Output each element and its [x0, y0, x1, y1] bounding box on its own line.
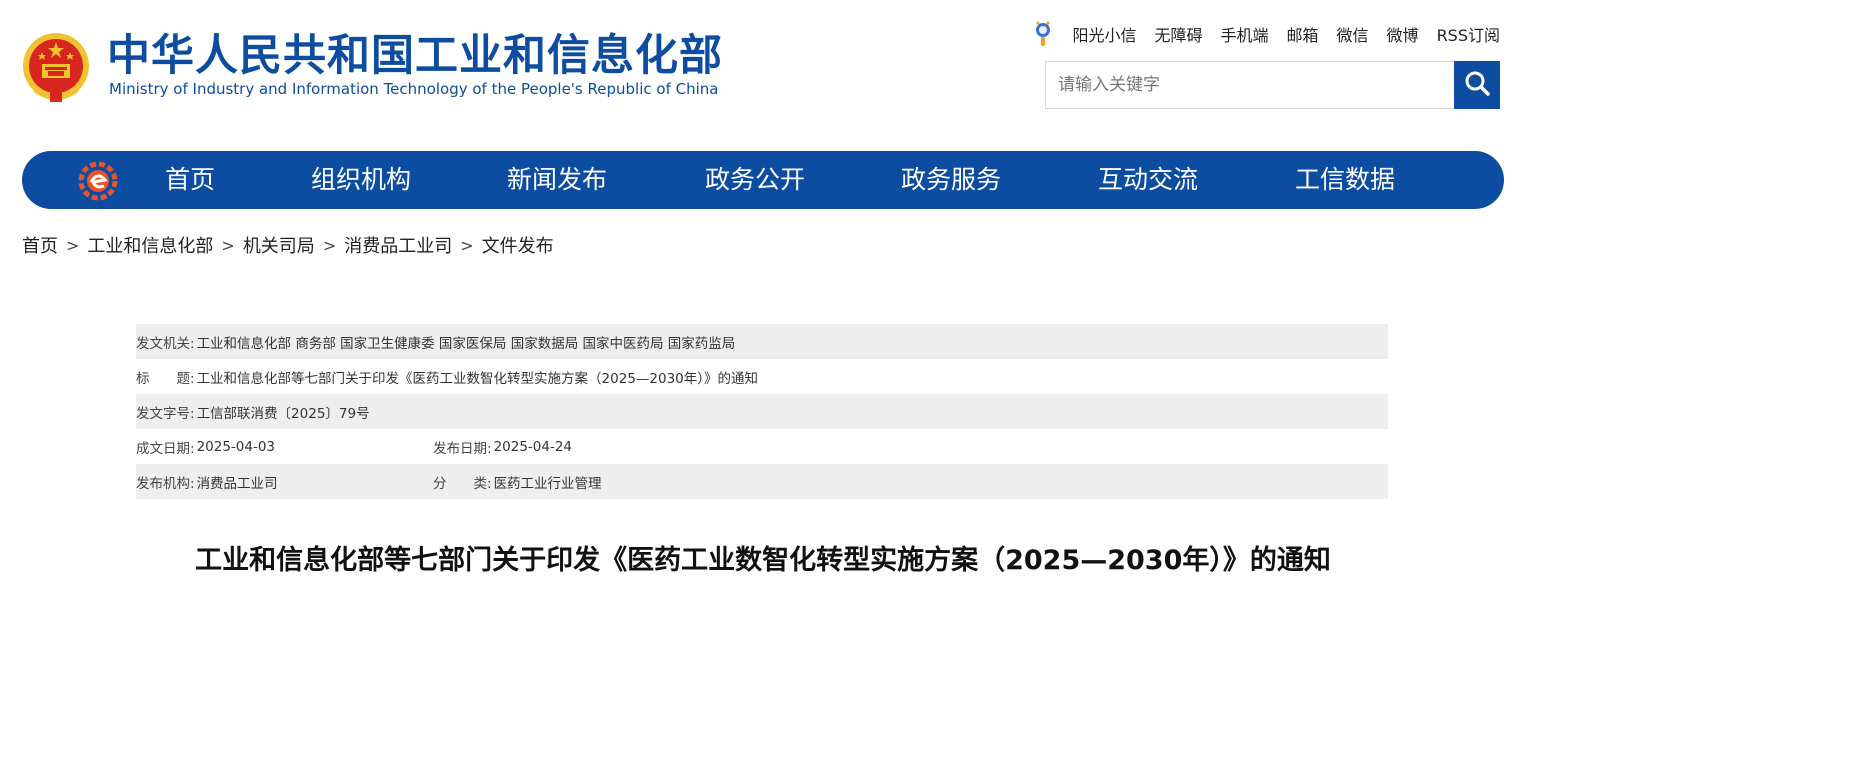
- main-nav: 首页 组织机构 新闻发布 政务公开 政务服务 互动交流 工信数据: [22, 151, 1504, 209]
- breadcrumb-consumer-goods[interactable]: 消费品工业司: [344, 232, 452, 258]
- docno-label: 发文字号:: [136, 405, 195, 422]
- breadcrumb-miit[interactable]: 工业和信息化部: [87, 232, 213, 258]
- created-date-label: 成文日期:: [136, 440, 195, 457]
- toplink-mobile[interactable]: 手机端: [1221, 22, 1269, 46]
- breadcrumb-home[interactable]: 首页: [22, 232, 58, 258]
- toplink-rss[interactable]: RSS订阅: [1437, 22, 1500, 46]
- breadcrumb-separator: >: [322, 235, 337, 255]
- nav-government-services[interactable]: 政务服务: [901, 151, 1001, 209]
- nav-organization[interactable]: 组织机构: [311, 151, 411, 209]
- breadcrumb-departments[interactable]: 机关司局: [243, 232, 315, 258]
- document-info-table: 发文机关: 工业和信息化部 商务部 国家卫生健康委 国家医保局 国家数据局 国家…: [136, 324, 1388, 499]
- search-input[interactable]: [1046, 62, 1454, 108]
- nav-interaction[interactable]: 互动交流: [1098, 151, 1198, 209]
- breadcrumb-separator: >: [460, 235, 474, 255]
- toplink-sunshine[interactable]: 阳光小信: [1072, 22, 1136, 46]
- docno-value: 工信部联消费〔2025〕79号: [196, 405, 370, 422]
- breadcrumb-separator: >: [66, 235, 80, 255]
- category-value: 医药工业行业管理: [493, 475, 602, 492]
- subject-value: 工业和信息化部等七部门关于印发《医药工业数智化转型实施方案（2025—2030年…: [196, 370, 759, 387]
- search-box: [1045, 61, 1500, 109]
- search-icon: [1464, 70, 1490, 100]
- info-row-docno: 发文字号: 工信部联消费〔2025〕79号: [136, 394, 1388, 429]
- published-date-label: 发布日期:: [433, 440, 492, 457]
- subject-label: 标 题:: [136, 370, 195, 387]
- nav-home[interactable]: 首页: [165, 151, 215, 209]
- toplink-weibo[interactable]: 微博: [1387, 22, 1419, 46]
- top-links: 阳光小信 无障碍 手机端 邮箱 微信 微博 RSS订阅: [1032, 20, 1500, 48]
- nav-news[interactable]: 新闻发布: [507, 151, 607, 209]
- published-date-value: 2025-04-24: [493, 438, 573, 455]
- toplink-accessibility[interactable]: 无障碍: [1154, 22, 1202, 46]
- category-label: 分 类:: [433, 475, 492, 492]
- info-row-dates: 成文日期: 2025-04-03 发布日期: 2025-04-24: [136, 429, 1388, 464]
- search-button[interactable]: [1454, 61, 1500, 109]
- nav-logo-icon[interactable]: [78, 161, 118, 201]
- article-title: 工业和信息化部等七部门关于印发《医药工业数智化转型实施方案（2025—2030年…: [195, 545, 1331, 576]
- created-date-value: 2025-04-03: [196, 438, 276, 455]
- nav-government-affairs[interactable]: 政务公开: [705, 151, 805, 209]
- breadcrumb-documents[interactable]: 文件发布: [482, 232, 554, 258]
- agency-value: 消费品工业司: [196, 475, 278, 492]
- info-row-agency: 发布机构: 消费品工业司 分 类: 医药工业行业管理: [136, 464, 1388, 499]
- agency-label: 发布机构:: [136, 475, 195, 492]
- nav-miit-data[interactable]: 工信数据: [1295, 151, 1395, 209]
- national-emblem-icon[interactable]: [22, 30, 90, 104]
- toplink-mail[interactable]: 邮箱: [1287, 22, 1319, 46]
- toplink-wechat[interactable]: 微信: [1337, 22, 1369, 46]
- info-row-issuer: 发文机关: 工业和信息化部 商务部 国家卫生健康委 国家医保局 国家数据局 国家…: [136, 324, 1388, 359]
- breadcrumb: 首页 > 工业和信息化部 > 机关司局 > 消费品工业司 > 文件发布: [22, 232, 554, 258]
- site-title: 中华人民共和国工业和信息化部: [107, 31, 723, 81]
- breadcrumb-separator: >: [221, 235, 235, 255]
- issuer-label: 发文机关:: [136, 335, 195, 352]
- sun-icon[interactable]: [1032, 20, 1054, 48]
- issuer-value: 工业和信息化部 商务部 国家卫生健康委 国家医保局 国家数据局 国家中医药局 国…: [196, 335, 736, 352]
- info-row-subject: 标 题: 工业和信息化部等七部门关于印发《医药工业数智化转型实施方案（2025—…: [136, 359, 1388, 394]
- site-subtitle: Ministry of Industry and Information Tec…: [109, 80, 719, 98]
